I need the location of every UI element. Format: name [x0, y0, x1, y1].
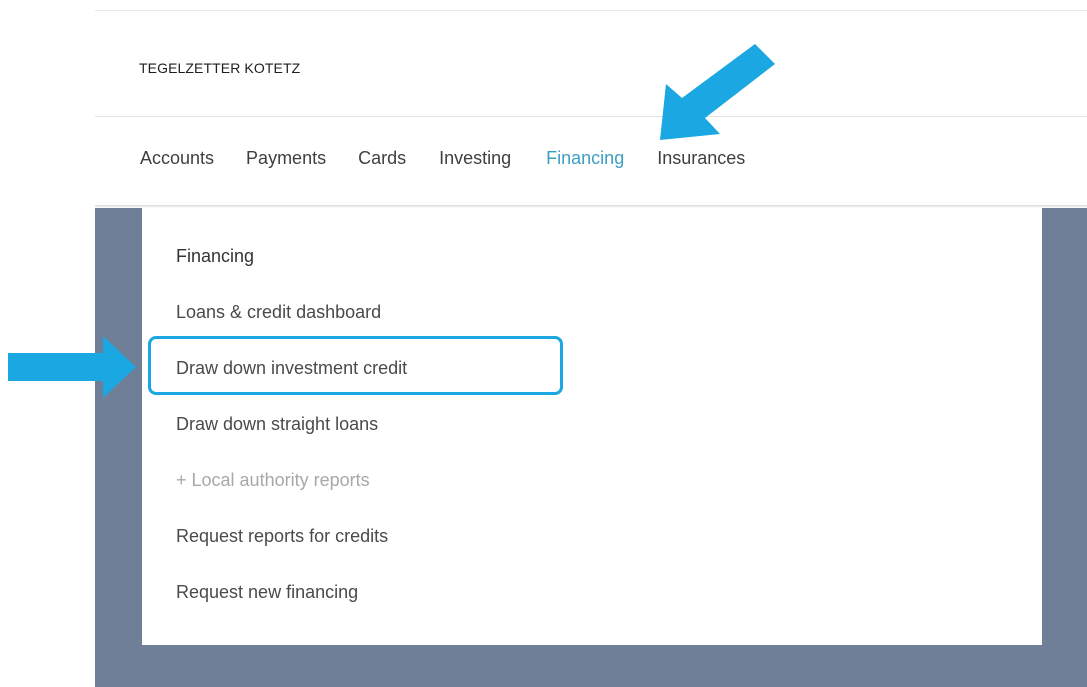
account-owner-name: TEGELZETTER KOTETZ — [139, 60, 301, 76]
tab-accounts[interactable]: Accounts — [140, 148, 214, 169]
menu-item-draw-down-investment-credit[interactable]: Draw down investment credit — [176, 358, 407, 379]
tab-financing[interactable]: Financing — [546, 148, 624, 169]
tab-insurances[interactable]: Insurances — [657, 148, 745, 169]
dropdown-heading: Financing — [176, 246, 255, 266]
arrow-right-icon — [8, 336, 136, 398]
menu-item-request-reports-for-credits[interactable]: Request reports for credits — [176, 526, 388, 547]
menu-item-request-new-financing[interactable]: Request new financing — [176, 582, 358, 603]
arrow-down-left-icon — [660, 44, 775, 140]
financing-dropdown-panel: Financing Loans & credit dashboard Draw … — [142, 208, 1042, 645]
menu-item-local-authority-reports[interactable]: + Local authority reports — [176, 470, 370, 491]
menu-item-loans-credit-dashboard[interactable]: Loans & credit dashboard — [176, 302, 381, 323]
main-nav: Accounts Payments Cards Investing Financ… — [140, 148, 745, 169]
top-divider — [95, 10, 1087, 11]
tab-payments[interactable]: Payments — [246, 148, 326, 169]
menu-item-draw-down-straight-loans[interactable]: Draw down straight loans — [176, 414, 378, 435]
tab-cards[interactable]: Cards — [358, 148, 406, 169]
header-divider — [95, 116, 1087, 117]
tab-investing[interactable]: Investing — [439, 148, 511, 169]
